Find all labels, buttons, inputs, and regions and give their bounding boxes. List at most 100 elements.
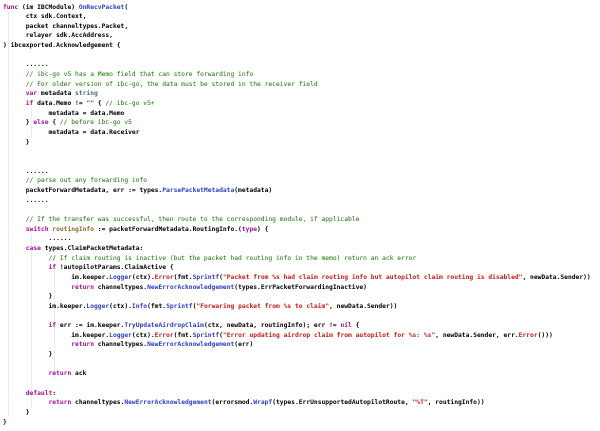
code-token-p: := packetForwardMetadata.RoutingInfo.( xyxy=(94,226,242,233)
code-token-p: im.keeper. xyxy=(3,274,109,281)
code-token-k: return xyxy=(3,341,94,348)
code-token-s: "Packet from %s had claim routing info b… xyxy=(223,274,523,281)
code-token-p: } xyxy=(3,409,30,416)
code-token-p: , newData.Sender)) xyxy=(522,274,590,281)
code-token-k: case xyxy=(3,245,41,252)
code-line: packetForwardMetadata, err := types.Pars… xyxy=(3,186,600,196)
code-line: ...... xyxy=(3,60,600,70)
code-line: ctx sdk.Context, xyxy=(3,12,600,22)
code-token-p: } xyxy=(3,293,52,300)
code-token-s: "Forwaring packet from %s to claim" xyxy=(196,303,329,310)
code-token-p: (err) xyxy=(234,341,253,348)
code-token-p: data.Memo != xyxy=(33,100,86,107)
code-token-c: // If claim routing is inactive (but the… xyxy=(3,255,416,262)
code-token-p: metadata = data.Memo xyxy=(3,110,124,117)
code-line: relayer sdk.AccAddress, xyxy=(3,31,600,41)
code-editor-view: func (im IBCModule) OnRecvPacket( ctx sd… xyxy=(0,0,600,431)
code-token-e: Error xyxy=(155,274,174,281)
code-token-p: , newData.Sender)) xyxy=(329,303,397,310)
code-token-p: packet channeltypes.Packet, xyxy=(3,23,128,30)
code-line: packet channeltypes.Packet, xyxy=(3,22,600,32)
code-token-k: var xyxy=(3,90,37,97)
code-token-k: type xyxy=(242,226,257,233)
code-token-k: else xyxy=(33,119,48,126)
code-line: var metadata string xyxy=(3,89,600,99)
code-line xyxy=(3,379,600,389)
code-token-p: } xyxy=(3,119,33,126)
code-token-p: packetForwardMetadata, err := types. xyxy=(3,187,162,194)
code-token-p: channeltypes. xyxy=(94,284,147,291)
code-line: // For older version of ibc-go, the data… xyxy=(3,80,600,90)
code-line: } xyxy=(3,292,600,302)
code-token-p: { xyxy=(49,119,60,126)
code-line: case types.ClaimPacketMetadata: xyxy=(3,244,600,254)
code-line: } xyxy=(3,138,600,148)
code-token-p: (ctx). xyxy=(132,274,155,281)
code-token-p: ...... xyxy=(3,235,71,242)
code-line: im.keeper.Logger(ctx).Info(fmt.Sprintf("… xyxy=(3,302,600,312)
code-token-p: metadata xyxy=(37,90,75,97)
code-line: ...... xyxy=(3,167,600,177)
code-line: // ibc-go v5 has a Memo field that can s… xyxy=(3,70,600,80)
code-token-p: { xyxy=(94,100,105,107)
code-line: func (im IBCModule) OnRecvPacket( xyxy=(3,3,600,13)
code-line: im.keeper.Logger(ctx).Error(fmt.Sprintf(… xyxy=(3,331,600,341)
code-line: } xyxy=(3,408,600,418)
code-token-f: Logger xyxy=(109,274,132,281)
code-token-c: // parse out any forwarding info xyxy=(3,177,147,184)
code-token-p: im.keeper. xyxy=(3,303,86,310)
code-token-p: ...... xyxy=(3,61,49,68)
code-token-f: NewErrorAcknowledgement xyxy=(147,341,234,348)
code-line: } xyxy=(3,350,600,360)
code-token-f: Logger xyxy=(86,303,109,310)
code-line: // If claim routing is inactive (but the… xyxy=(3,254,600,264)
code-token-p: , newData.Sender, err. xyxy=(435,332,518,339)
code-line: } xyxy=(3,418,600,428)
code-token-f: TryUpdateAirdropClaim xyxy=(124,322,204,329)
code-token-p: ) { xyxy=(257,226,268,233)
code-line: } else { // before ibc-go v5 xyxy=(3,118,600,128)
code-token-p: (im IBCModule) xyxy=(18,4,79,11)
code-token-k: if xyxy=(3,322,56,329)
code-token-p: (errorsmod. xyxy=(212,399,254,406)
code-token-p: channeltypes. xyxy=(94,341,147,348)
code-line: if !autopilotParams.ClaimActive { xyxy=(3,263,600,273)
code-token-f: NewErrorAcknowledgement xyxy=(124,399,211,406)
code-token-p: : xyxy=(52,390,56,397)
code-token-p: } xyxy=(3,139,30,146)
code-token-s: "Error updating airdrop claim from autop… xyxy=(223,332,435,339)
code-token-p: } xyxy=(3,351,52,358)
code-token-c: // before ibc-go v5 xyxy=(60,119,132,126)
code-token-p: (ctx). xyxy=(109,303,132,310)
code-token-f: Sprintf xyxy=(193,332,220,339)
code-token-p: ( xyxy=(124,4,128,11)
code-token-e: Error xyxy=(519,332,538,339)
code-token-p: { xyxy=(352,322,360,329)
code-token-f: OnRecvPacket xyxy=(79,4,125,11)
code-line xyxy=(3,147,600,157)
code-line: return ack xyxy=(3,369,600,379)
code-line: if err := im.keeper.TryUpdateAirdropClai… xyxy=(3,321,600,331)
code-line: return channeltypes.NewErrorAcknowledgem… xyxy=(3,340,600,350)
code-token-p: (ctx). xyxy=(132,332,155,339)
code-token-p: channeltypes. xyxy=(71,399,124,406)
code-token-k: return xyxy=(3,399,71,406)
code-line xyxy=(3,205,600,215)
code-line: default: xyxy=(3,389,600,399)
code-token-c: // For older version of ibc-go, the data… xyxy=(3,81,318,88)
code-token-p: (metadata) xyxy=(234,187,272,194)
code-line: metadata = data.Receiver xyxy=(3,128,600,138)
code-line xyxy=(3,157,600,167)
code-token-f: Sprintf xyxy=(166,303,193,310)
code-token-p: } xyxy=(3,419,7,426)
code-token-f: NewErrorAcknowledgement xyxy=(147,284,234,291)
code-line: if data.Memo != "" { // ibc-go v5+ xyxy=(3,99,600,109)
code-token-s: "" xyxy=(86,100,94,107)
code-line: // If the transfer was successful, then … xyxy=(3,215,600,225)
code-block: func (im IBCModule) OnRecvPacket( ctx sd… xyxy=(3,0,600,431)
code-token-c: // ibc-go v5+ xyxy=(105,100,154,107)
code-token-p: relayer sdk.AccAddress, xyxy=(3,32,113,39)
code-line: return channeltypes.NewErrorAcknowledgem… xyxy=(3,398,600,408)
code-token-k: if xyxy=(3,100,33,107)
code-token-p: (ctx, newData, routingInfo); err != xyxy=(204,322,340,329)
